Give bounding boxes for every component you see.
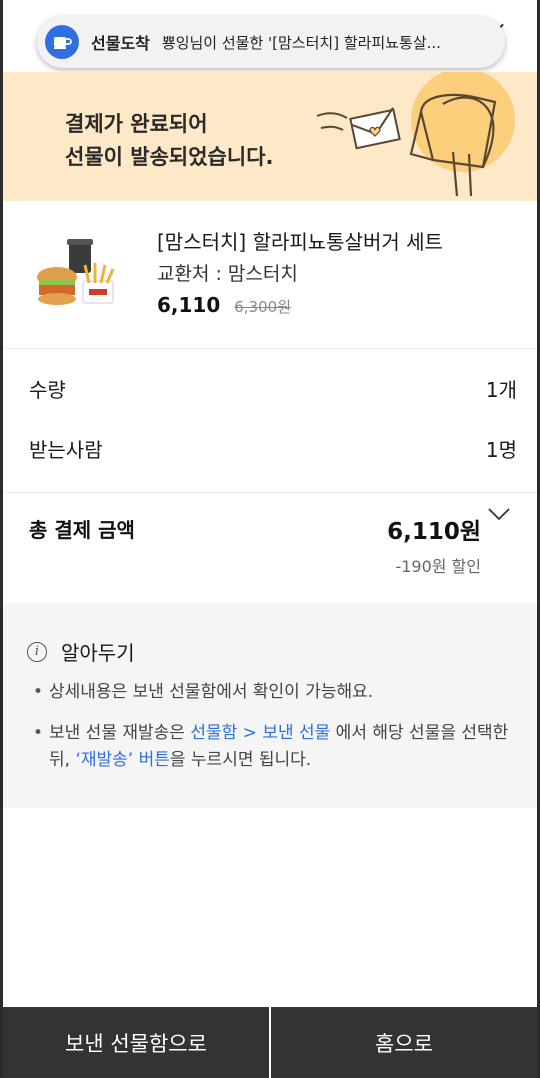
total-label: 총 결제 금액	[29, 518, 135, 542]
divider	[3, 492, 537, 493]
sent-gift-box-button[interactable]: 보낸 선물함으로	[3, 1007, 269, 1078]
product-info: [맘스터치] 할라피뇨통살버거 세트 교환처 : 맘스터치 6,110 6,30…	[157, 227, 443, 317]
completion-message-line2: 선물이 발송되었습니다.	[65, 145, 274, 169]
notice-title: 알아두기	[61, 641, 135, 665]
original-price: 6,300원	[234, 298, 292, 316]
mailbox-envelope-illustration	[316, 72, 515, 197]
quantity-value: 1개	[485, 378, 517, 402]
resend-button-link[interactable]: ‘재발송’ 버튼	[75, 750, 169, 770]
chevron-down-icon[interactable]	[487, 506, 511, 522]
gift-cup-icon	[45, 25, 79, 59]
gift-arrival-notification[interactable]: 선물도착 뿅잉님이 선물한 '[맘스터치] 할라피뇨통살...	[37, 16, 505, 68]
product-summary: [맘스터치] 할라피뇨통살버거 세트 교환처 : 맘스터치 6,110 6,30…	[3, 201, 537, 349]
notice-header: i 알아두기	[27, 637, 135, 666]
notice-section: i 알아두기 상세내용은 보낸 선물함에서 확인이 가능해요. 보낸 선물 재발…	[3, 603, 537, 808]
discount-amount: -190원 할인	[395, 557, 481, 576]
total-amount: 6,110원	[387, 519, 481, 545]
gift-complete-screen: × 선물도착 뿅잉님이 선물한 '[맘스터치] 할라피뇨통살... 결제가 완료…	[0, 0, 540, 1078]
notice-item: 상세내용은 보낸 선물함에서 확인이 가능해요.	[33, 679, 511, 706]
notice-item-text: 상세내용은 보낸 선물함에서 확인이 가능해요.	[49, 682, 374, 702]
recipient-row: 받는사람 1명	[29, 434, 517, 463]
recipient-value: 1명	[485, 438, 517, 462]
notification-title: 선물도착	[91, 34, 150, 53]
exchange-store: 교환처 : 맘스터치	[157, 263, 298, 285]
sent-gift-box-link[interactable]: 선물함 > 보낸 선물	[190, 723, 330, 743]
product-name: [맘스터치] 할라피뇨통살버거 세트	[157, 230, 443, 254]
completion-message-line1: 결제가 완료되어	[65, 112, 208, 136]
completion-banner: 결제가 완료되어 선물이 발송되었습니다.	[3, 72, 537, 201]
notice-list: 상세내용은 보낸 선물함에서 확인이 가능해요. 보낸 선물 재발송은 선물함 …	[33, 679, 511, 788]
bottom-action-bar: 보낸 선물함으로 홈으로	[3, 1007, 537, 1078]
notice-item: 보낸 선물 재발송은 선물함 > 보낸 선물 에서 해당 선물을 선택한뒤, ‘…	[33, 720, 511, 774]
info-icon: i	[27, 641, 47, 662]
notification-message: 뿅잉님이 선물한 '[맘스터치] 할라피뇨통살...	[161, 33, 441, 52]
sale-price: 6,110	[157, 293, 221, 317]
notice-item-suffix: 을 누르시면 됩니다.	[169, 750, 312, 770]
price-row: 6,110 6,300원	[157, 293, 443, 317]
recipient-label: 받는사람	[29, 438, 103, 462]
notice-item-prefix: 보낸 선물 재발송은	[49, 723, 191, 743]
completion-message: 결제가 완료되어 선물이 발송되었습니다.	[65, 108, 274, 174]
product-image	[37, 239, 115, 305]
quantity-row: 수량 1개	[29, 374, 517, 403]
quantity-label: 수량	[29, 378, 66, 402]
home-button[interactable]: 홈으로	[269, 1007, 537, 1078]
